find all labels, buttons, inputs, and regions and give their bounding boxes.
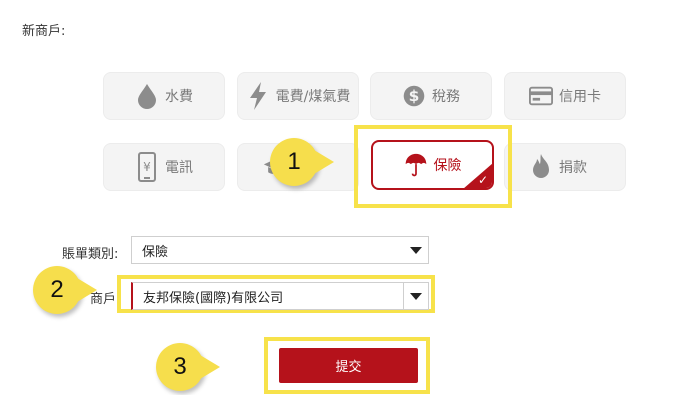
dollar-globe-icon: $ bbox=[402, 82, 426, 110]
svg-text:¥: ¥ bbox=[143, 160, 151, 174]
category-tile-donation[interactable]: 捐款 bbox=[504, 143, 626, 191]
lightning-icon bbox=[246, 82, 270, 110]
step-callout-1: 1 bbox=[270, 138, 334, 186]
submit-button[interactable]: 提交 bbox=[279, 348, 418, 383]
chevron-down-icon bbox=[403, 283, 428, 309]
chevron-down-icon bbox=[404, 246, 428, 254]
flame-icon bbox=[529, 153, 553, 181]
merchant-value: 友邦保險(國際)有限公司 bbox=[143, 290, 284, 306]
category-tile-water[interactable]: 水費 bbox=[103, 72, 225, 120]
category-tile-electricity-gas[interactable]: 電費/煤氣費 bbox=[237, 72, 359, 120]
category-label: 信用卡 bbox=[559, 89, 601, 105]
bill-type-select[interactable]: 保險 bbox=[131, 236, 429, 264]
category-label: 捐款 bbox=[559, 160, 587, 176]
page-title: 新商戶: bbox=[22, 24, 66, 39]
category-tile-tax[interactable]: $ 稅務 bbox=[370, 72, 492, 120]
bill-type-label: 賬單類別: bbox=[62, 247, 119, 262]
step-callout-3: 3 bbox=[156, 343, 220, 391]
credit-card-icon bbox=[529, 82, 553, 110]
merchant-select[interactable]: 友邦保險(國際)有限公司 bbox=[131, 282, 429, 310]
highlight-box-insurance bbox=[354, 125, 512, 208]
step-callout-2: 2 bbox=[33, 266, 97, 314]
category-label: 水費 bbox=[165, 89, 193, 105]
category-tile-credit-card[interactable]: 信用卡 bbox=[504, 72, 626, 120]
bill-type-value: 保險 bbox=[142, 244, 169, 260]
water-drop-icon bbox=[135, 82, 159, 110]
svg-text:$: $ bbox=[409, 87, 420, 105]
category-label: 電訊 bbox=[165, 160, 193, 176]
category-label: 稅務 bbox=[432, 89, 460, 105]
category-label: 電費/煤氣費 bbox=[275, 89, 351, 105]
category-tile-telecom[interactable]: ¥ 電訊 bbox=[103, 143, 225, 191]
phone-yen-icon: ¥ bbox=[135, 152, 159, 182]
